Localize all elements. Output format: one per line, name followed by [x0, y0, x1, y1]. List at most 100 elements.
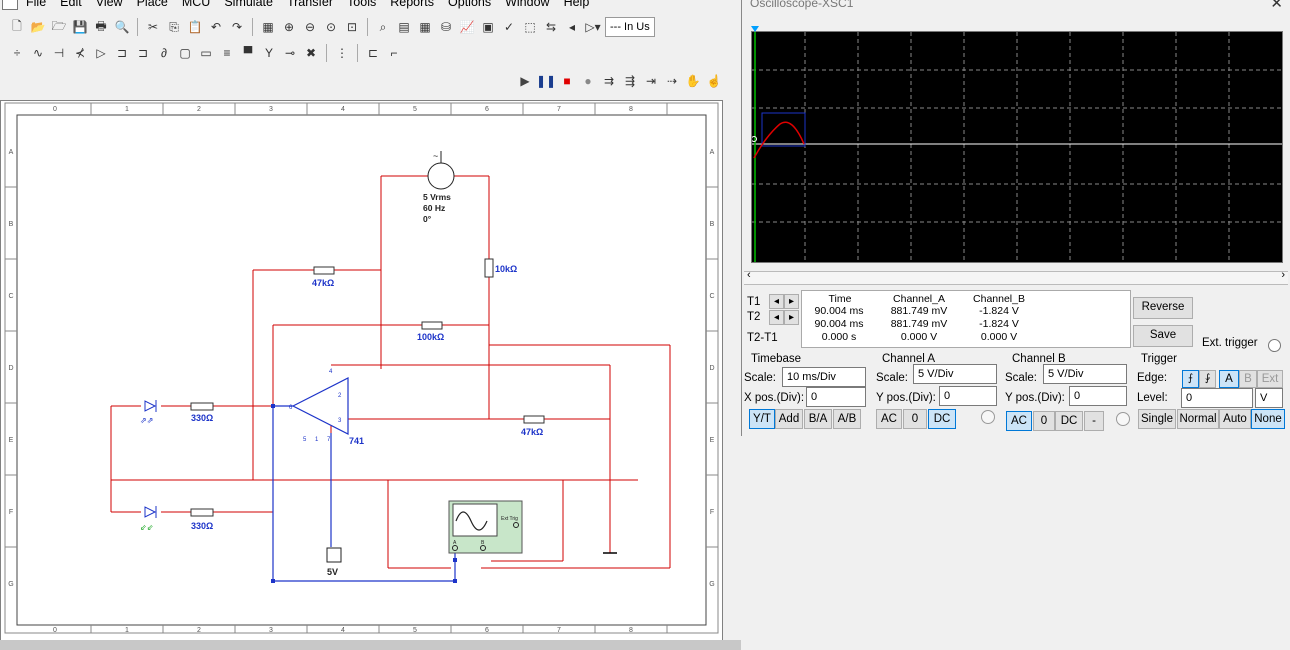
run-simulation-icon[interactable]: ▶	[516, 72, 534, 90]
schematic-canvas[interactable]: 0 1 2 3 4 5 6 7 8 0 1 2 3 4 5 6 7 8 A B …	[1, 101, 722, 641]
pause-simulation-icon[interactable]: ❚❚	[536, 72, 556, 90]
stop-simulation-icon[interactable]: ■	[558, 72, 576, 90]
trigger-source-a-button[interactable]: A	[1219, 370, 1239, 388]
menu-tools[interactable]: Tools	[339, 0, 382, 9]
menu-options[interactable]: Options	[440, 0, 497, 9]
menu-mcu[interactable]: MCU	[174, 0, 216, 9]
mcu-icon[interactable]: ✖	[302, 44, 320, 62]
trigger-none-button[interactable]: None	[1251, 409, 1285, 429]
menu-simulate[interactable]: Simulate	[216, 0, 279, 9]
resistor-10k[interactable]	[484, 258, 494, 278]
oscilloscope-screen[interactable]	[751, 31, 1283, 263]
oscilloscope-display[interactable]	[751, 32, 1282, 262]
transfer-icon[interactable]: ⇆	[542, 18, 560, 36]
rf-icon[interactable]: Y	[260, 44, 278, 62]
channel-b-terminal-icon[interactable]	[1116, 412, 1130, 426]
paste-icon[interactable]: 📋	[186, 18, 204, 36]
t1-left-arrow-icon[interactable]: ◂	[769, 294, 784, 309]
rising-edge-icon[interactable]: ⨍	[1182, 370, 1199, 388]
channel-b-ypos-field[interactable]: 0	[1069, 386, 1127, 406]
menu-window[interactable]: Window	[497, 0, 555, 9]
channel-b-invert-button[interactable]: -	[1084, 411, 1104, 431]
channel-b-dc-button[interactable]: DC	[1055, 411, 1083, 431]
timebase-scale-field[interactable]: 10 ms/Div	[782, 367, 866, 387]
zoom-area-icon[interactable]: ⊙	[322, 18, 340, 36]
resistor-100k[interactable]	[421, 321, 443, 330]
zoom-in-icon[interactable]: ⊕	[280, 18, 298, 36]
resistor-330-top[interactable]	[190, 402, 214, 411]
print-icon[interactable]: 🖶	[92, 18, 110, 36]
new-file-icon[interactable]: 🗋	[8, 18, 26, 36]
trigger-level-unit[interactable]: V	[1255, 388, 1283, 408]
copy-icon[interactable]: ⎘	[165, 18, 183, 36]
basic-icon[interactable]: ∿	[29, 44, 47, 62]
channel-a-zero-button[interactable]: 0	[903, 409, 927, 429]
trigger-level-field[interactable]: 0	[1181, 388, 1253, 408]
toggle-grid-icon[interactable]: ▦	[259, 18, 277, 36]
scroll-right-icon[interactable]: ›	[1281, 269, 1285, 281]
channel-b-scale-field[interactable]: 5 V/Div	[1043, 364, 1127, 384]
ab-mode-button[interactable]: A/B	[833, 409, 861, 429]
print-preview-icon[interactable]: 🔍	[113, 18, 131, 36]
close-icon[interactable]: ✕	[1270, 0, 1283, 12]
bus-icon[interactable]: ⊏	[364, 44, 382, 62]
ba-mode-button[interactable]: B/A	[804, 409, 832, 429]
back-annotate-icon[interactable]: ◂	[563, 18, 581, 36]
menu-edit[interactable]: Edit	[52, 0, 88, 9]
breakpoint-icon[interactable]: ⇢	[663, 72, 681, 90]
menu-help[interactable]: Help	[556, 0, 596, 9]
t2-right-arrow-icon[interactable]: ▸	[784, 310, 799, 325]
cut-icon[interactable]: ✂	[144, 18, 162, 36]
misc-digital-icon[interactable]: ∂	[155, 44, 173, 62]
schematic-workspace[interactable]: 0 1 2 3 4 5 6 7 8 0 1 2 3 4 5 6 7 8 A B …	[0, 100, 723, 642]
channel-a-ac-button[interactable]: AC	[876, 409, 902, 429]
open-folder-icon[interactable]: 📂	[29, 18, 47, 36]
probe-hand-icon[interactable]: ✋	[684, 72, 702, 90]
menu-file[interactable]: File	[18, 0, 52, 9]
menu-transfer[interactable]: Transfer	[279, 0, 339, 9]
redo-icon[interactable]: ↷	[228, 18, 246, 36]
yt-mode-button[interactable]: Y/T	[749, 409, 775, 429]
channel-a-terminal-icon[interactable]	[981, 410, 995, 424]
table-icon[interactable]: ▦	[416, 18, 434, 36]
erc-icon[interactable]: ✓	[500, 18, 518, 36]
trigger-normal-button[interactable]: Normal	[1177, 409, 1219, 429]
add-mode-button[interactable]: Add	[775, 409, 803, 429]
channel-a-scale-field[interactable]: 5 V/Div	[913, 364, 997, 384]
ttl-icon[interactable]: ⊐	[113, 44, 131, 62]
falling-edge-icon[interactable]: ⨑	[1199, 370, 1216, 388]
t2-left-arrow-icon[interactable]: ◂	[769, 310, 784, 325]
play-dropdown-icon[interactable]: ▷▾	[584, 18, 602, 36]
database-icon[interactable]: ⛁	[437, 18, 455, 36]
channel-a-ypos-field[interactable]: 0	[939, 386, 997, 406]
menu-place[interactable]: Place	[129, 0, 174, 9]
step-over-icon[interactable]: ⇶	[621, 72, 639, 90]
channel-a-dc-button[interactable]: DC	[928, 409, 956, 429]
vcc-supply[interactable]	[326, 547, 342, 563]
resistor-330-bottom[interactable]	[190, 508, 214, 517]
postprocessor-icon[interactable]: ▣	[479, 18, 497, 36]
power-icon[interactable]: ▀	[239, 44, 257, 62]
trigger-source-ext-button[interactable]: Ext	[1257, 370, 1283, 388]
indicator-icon[interactable]: ▭	[197, 44, 215, 62]
diode-icon[interactable]: ⊣	[50, 44, 68, 62]
open-sample-icon[interactable]: 🗁	[50, 18, 68, 36]
misc-icon[interactable]: ≡	[218, 44, 236, 62]
x-position-field[interactable]: 0	[806, 387, 866, 407]
channel-b-ac-button[interactable]: AC	[1006, 411, 1032, 431]
step-out-icon[interactable]: ⇥	[642, 72, 660, 90]
reverse-button[interactable]: Reverse	[1133, 297, 1193, 319]
spreadsheet-icon[interactable]: ▤	[395, 18, 413, 36]
menu-view[interactable]: View	[88, 0, 129, 9]
cursor-t1-handle-icon[interactable]	[751, 23, 759, 32]
resistor-47k-right[interactable]	[523, 415, 545, 424]
wire-icon[interactable]: ⌐	[385, 44, 403, 62]
grapher-icon[interactable]: 📈	[458, 18, 476, 36]
save-button[interactable]: Save	[1133, 325, 1193, 347]
undo-icon[interactable]: ↶	[207, 18, 225, 36]
hierarchical-block-icon[interactable]: ⋮	[333, 44, 351, 62]
resistor-47k-top[interactable]	[313, 266, 335, 275]
oscilloscope-instrument[interactable]: Ext Trig A B	[448, 500, 523, 554]
trigger-single-button[interactable]: Single	[1138, 409, 1176, 429]
record-icon[interactable]: ●	[579, 72, 597, 90]
